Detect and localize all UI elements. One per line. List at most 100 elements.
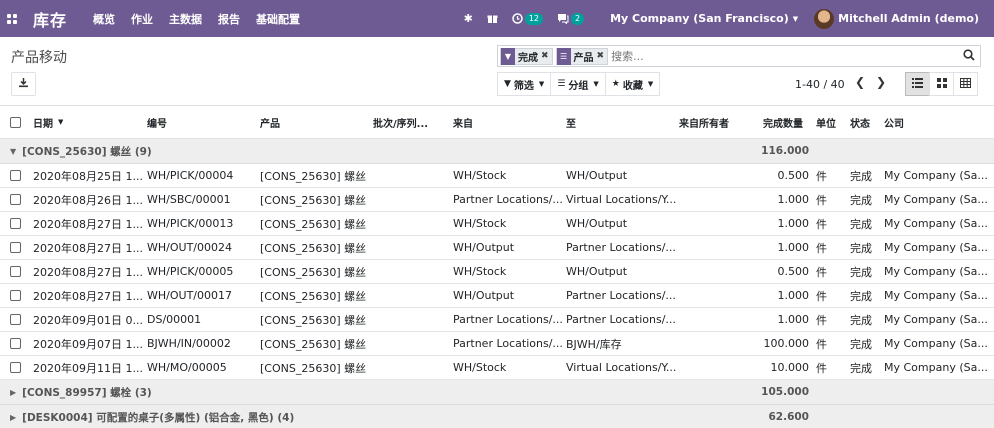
activity-clock-icon[interactable]: 12 bbox=[512, 12, 544, 25]
filter-facet[interactable]: ▼ 完成 ✖ bbox=[500, 47, 553, 65]
cell-to: Partner Locations/... bbox=[566, 241, 676, 254]
gift-icon[interactable] bbox=[487, 13, 498, 24]
cell-from: WH/Stock bbox=[453, 361, 507, 374]
favorites-label: 收藏 bbox=[622, 80, 643, 92]
column-qty-done[interactable]: 完成数量 bbox=[740, 106, 803, 138]
groupby-button[interactable]: ☰ 分组 ▼ bbox=[550, 72, 606, 96]
star-icon: ★ bbox=[611, 79, 620, 89]
chevron-down-icon[interactable]: ▼ bbox=[793, 15, 798, 23]
cell-product: [CONS_25630] 螺丝 bbox=[260, 193, 367, 207]
favorites-button[interactable]: ★ 收藏 ▼ bbox=[604, 72, 661, 96]
download-icon bbox=[18, 77, 29, 91]
cell-product: [CONS_25630] 螺丝 bbox=[260, 169, 367, 183]
caret-right-icon: ▶ bbox=[10, 387, 17, 397]
bug-icon[interactable]: ✱ bbox=[464, 12, 473, 25]
column-reference[interactable]: 编号 bbox=[147, 106, 167, 138]
column-uom[interactable]: 单位 bbox=[816, 106, 836, 138]
cell-product: [CONS_25630] 螺丝 bbox=[260, 265, 367, 279]
row-checkbox[interactable] bbox=[10, 164, 21, 187]
table-row[interactable]: 2020年08月27日 1... WH/OUT/00024 [CONS_25630]… bbox=[0, 236, 994, 260]
menu-master-data[interactable]: 主数据 bbox=[169, 11, 202, 27]
row-checkbox[interactable] bbox=[10, 356, 21, 379]
column-to[interactable]: 至 bbox=[566, 106, 576, 138]
cell-from: WH/Output bbox=[453, 289, 515, 302]
search-input[interactable] bbox=[611, 49, 958, 63]
menu-overview[interactable]: 概览 bbox=[93, 11, 115, 27]
pivot-view-button[interactable] bbox=[953, 72, 978, 96]
filter-button[interactable]: ▼ 筛选 ▼ bbox=[497, 72, 552, 96]
row-checkbox[interactable] bbox=[10, 212, 21, 235]
avatar[interactable] bbox=[814, 8, 835, 29]
close-icon[interactable]: ✖ bbox=[541, 51, 552, 61]
cell-reference: WH/OUT/00024 bbox=[147, 241, 232, 254]
group-row[interactable]: ▼ [CONS_25630] 螺丝 (9) 116.000 bbox=[0, 139, 994, 164]
row-checkbox[interactable] bbox=[10, 332, 21, 355]
column-state[interactable]: 状态 bbox=[850, 106, 870, 138]
table-row[interactable]: 2020年08月27日 1... WH/OUT/00017 [CONS_25630]… bbox=[0, 284, 994, 308]
table-row[interactable]: 2020年09月07日 1... BJWH/IN/00002 [CONS_25630… bbox=[0, 332, 994, 356]
cell-product: [CONS_25630] 螺丝 bbox=[260, 241, 367, 255]
menu-operations[interactable]: 作业 bbox=[131, 11, 153, 27]
table-row[interactable]: 2020年08月25日 1... WH/PICK/00004 [CONS_25630… bbox=[0, 164, 994, 188]
list-view-button[interactable] bbox=[905, 72, 930, 96]
download-button[interactable] bbox=[11, 72, 36, 96]
pager-next-icon[interactable]: ❯ bbox=[874, 75, 888, 89]
group-by-icon: ☰ bbox=[556, 47, 571, 65]
table-row[interactable]: 2020年09月11日 1... WH/MO/00005 [CONS_25630] … bbox=[0, 356, 994, 380]
cell-uom: 件 bbox=[816, 241, 827, 255]
column-date[interactable]: 日期 ▼ bbox=[33, 106, 63, 138]
close-icon[interactable]: ✖ bbox=[597, 51, 608, 61]
column-company[interactable]: 公司 bbox=[884, 106, 904, 138]
app-name[interactable]: 库存 bbox=[33, 7, 67, 31]
stock-move-table: 日期 ▼ 编号 产品 批次/序列... 来自 至 来自所有者 完成数量 单位 状态… bbox=[0, 105, 994, 428]
activity-badge: 12 bbox=[524, 12, 544, 25]
page-title: 产品移动 bbox=[11, 50, 67, 66]
cell-to: WH/Output bbox=[566, 169, 628, 182]
cell-qty-done: 10.000 bbox=[770, 361, 810, 374]
column-from[interactable]: 来自 bbox=[453, 106, 473, 138]
menu-reporting[interactable]: 报告 bbox=[218, 11, 240, 27]
facet-value: 产品 bbox=[573, 52, 594, 64]
caret-right-icon: ▶ bbox=[10, 412, 17, 422]
messages-icon[interactable]: 2 bbox=[557, 12, 585, 25]
cell-qty-done: 1.000 bbox=[777, 313, 810, 326]
column-owner[interactable]: 来自所有者 bbox=[679, 106, 729, 138]
cell-date: 2020年09月11日 1... bbox=[33, 361, 143, 375]
row-checkbox[interactable] bbox=[10, 260, 21, 283]
column-lot[interactable]: 批次/序列... bbox=[373, 106, 428, 138]
cell-company: My Company (Sa... bbox=[884, 217, 988, 230]
apps-menu-icon[interactable] bbox=[7, 13, 17, 24]
company-switcher[interactable]: My Company (San Francisco) bbox=[610, 12, 789, 25]
row-checkbox[interactable] bbox=[10, 308, 21, 331]
cell-company: My Company (Sa... bbox=[884, 313, 988, 326]
column-product[interactable]: 产品 bbox=[260, 106, 280, 138]
table-row[interactable]: 2020年08月26日 1... WH/SBC/00001 [CONS_25630]… bbox=[0, 188, 994, 212]
cell-uom: 件 bbox=[816, 361, 827, 375]
kanban-icon bbox=[936, 77, 947, 91]
groupby-facet[interactable]: ☰ 产品 ✖ bbox=[555, 47, 609, 65]
table-row[interactable]: 2020年08月27日 1... WH/PICK/00005 [CONS_25630… bbox=[0, 260, 994, 284]
cell-from: Partner Locations/... bbox=[453, 193, 563, 206]
group-row[interactable]: ▶ [DESK0004] 可配置的桌子(多属性) (铝合金, 黑色) (4) 62… bbox=[0, 405, 994, 428]
search-bar[interactable]: ▼ 完成 ✖ ☰ 产品 ✖ bbox=[497, 45, 981, 67]
facet-value: 完成 bbox=[518, 52, 538, 64]
pager-previous-icon[interactable]: ❮ bbox=[853, 75, 867, 89]
user-menu[interactable]: Mitchell Admin (demo) bbox=[838, 12, 979, 25]
select-all-checkbox[interactable] bbox=[10, 106, 21, 138]
search-icon[interactable] bbox=[958, 48, 980, 64]
table-row[interactable]: 2020年08月27日 1... WH/PICK/00013 [CONS_25630… bbox=[0, 212, 994, 236]
table-row[interactable]: 2020年09月01日 0... DS/00001 [CONS_25630] 螺丝 P… bbox=[0, 308, 994, 332]
menu-configuration[interactable]: 基础配置 bbox=[256, 11, 300, 27]
group-label: [CONS_25630] 螺丝 (9) bbox=[22, 145, 152, 158]
cell-company: My Company (Sa... bbox=[884, 337, 988, 350]
kanban-view-button[interactable] bbox=[929, 72, 954, 96]
caret-down-icon: ▼ bbox=[593, 80, 599, 88]
cell-reference: WH/MO/00005 bbox=[147, 361, 227, 374]
row-checkbox[interactable] bbox=[10, 236, 21, 259]
group-label: [CONS_89957] 螺栓 (3) bbox=[22, 386, 152, 399]
row-checkbox[interactable] bbox=[10, 284, 21, 307]
row-checkbox[interactable] bbox=[10, 188, 21, 211]
group-row[interactable]: ▶ [CONS_89957] 螺栓 (3) 105.000 bbox=[0, 380, 994, 405]
pager-value[interactable]: 1-40 / 40 bbox=[795, 78, 845, 91]
cell-from: Partner Locations/... bbox=[453, 313, 563, 326]
